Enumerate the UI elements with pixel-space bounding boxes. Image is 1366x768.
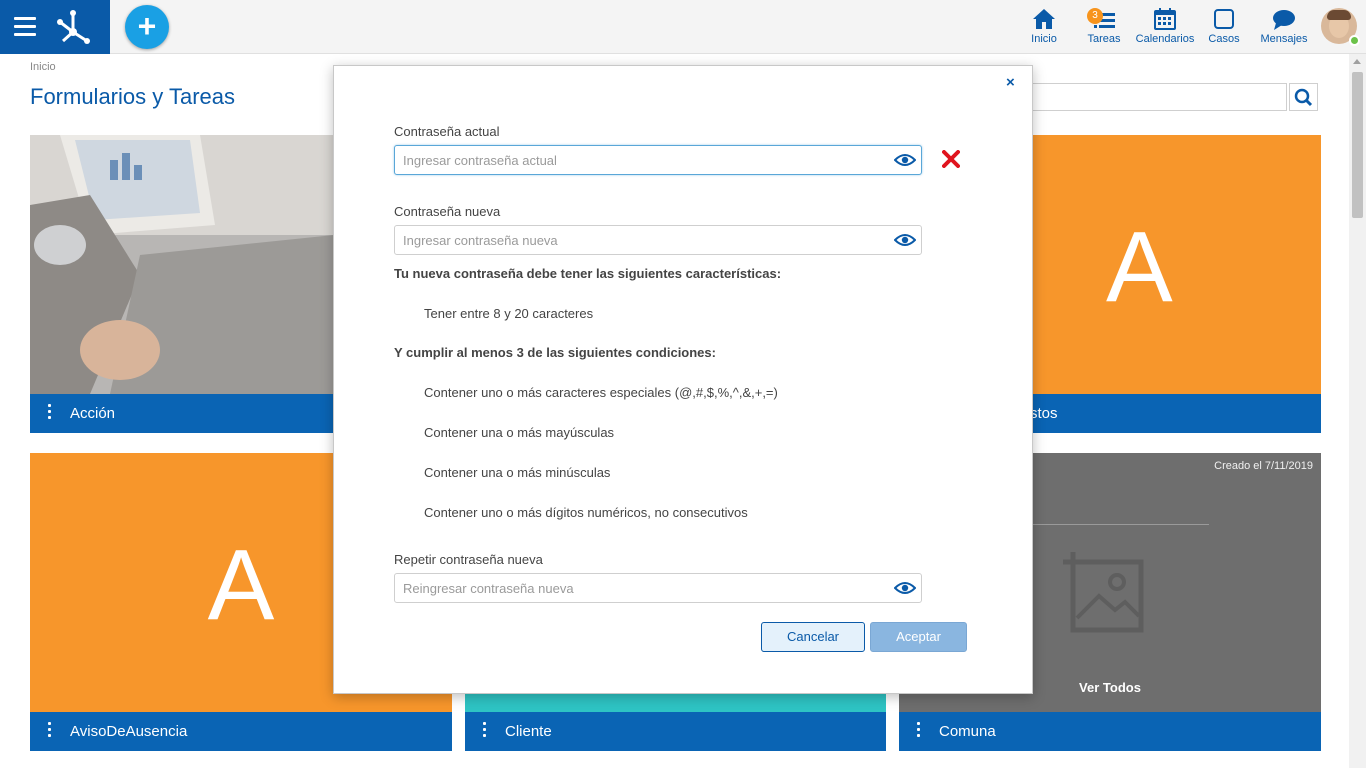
search-button[interactable] <box>1289 83 1318 111</box>
page-title: Formularios y Tareas <box>30 84 235 109</box>
page-scrollbar[interactable] <box>1349 54 1366 768</box>
add-button[interactable]: + <box>125 5 169 49</box>
card-accion[interactable]: Acción <box>30 135 334 433</box>
kebab-menu-icon[interactable] <box>917 722 921 740</box>
scroll-up-icon[interactable] <box>1353 59 1361 64</box>
nav-label: Casos <box>1208 33 1240 45</box>
show-password-eye-icon[interactable] <box>894 153 916 167</box>
search-input[interactable] <box>1030 83 1287 111</box>
card-footer: Acción <box>30 394 334 433</box>
kebab-menu-icon[interactable] <box>48 722 52 740</box>
kebab-menu-icon[interactable] <box>48 404 52 422</box>
rules-heading: Tu nueva contraseña debe tener las sigui… <box>394 266 782 281</box>
nav-label: Mensajes <box>1260 33 1308 45</box>
condition-item: Contener una o más mayúsculas <box>424 425 615 440</box>
change-password-dialog: × Contraseña actual Contraseña nueva Tu … <box>333 65 1033 694</box>
show-password-eye-icon[interactable] <box>894 581 916 595</box>
card-footer: Comuna <box>899 712 1321 751</box>
tasks-badge: 3 <box>1087 8 1103 24</box>
accept-button[interactable]: Aceptar <box>870 622 967 652</box>
condition-item: Contener uno o más dígitos numéricos, no… <box>424 505 748 520</box>
conditions-heading: Y cumplir al menos 3 de las siguientes c… <box>394 345 716 360</box>
home-icon <box>1033 9 1055 29</box>
messages-icon <box>1273 10 1295 30</box>
show-password-eye-icon[interactable] <box>894 233 916 247</box>
error-x-icon <box>942 150 960 168</box>
nav-casos[interactable]: Casos <box>1206 6 1242 50</box>
nav-tareas[interactable]: 3 Tareas <box>1084 6 1124 50</box>
calendar-icon <box>1154 8 1176 30</box>
repeat-password-field[interactable] <box>394 573 922 603</box>
nav-calendarios[interactable]: Calendarios <box>1134 6 1196 50</box>
condition-item: Contener uno o más caracteres especiales… <box>424 385 778 400</box>
nav-mensajes[interactable]: Mensajes <box>1259 6 1309 50</box>
case-icon <box>1214 9 1234 29</box>
top-bar: + Inicio 3 Tareas Calendarios Casos Mens… <box>0 0 1366 54</box>
card-footer: AvisoDeAusencia <box>30 712 452 751</box>
new-password-input[interactable] <box>403 231 883 249</box>
search-icon <box>1294 88 1313 107</box>
repeat-password-label: Repetir contraseña nueva <box>394 552 543 567</box>
new-password-field[interactable] <box>394 225 922 255</box>
card-name: Acción <box>70 405 116 422</box>
breadcrumb[interactable]: Inicio <box>30 61 56 73</box>
repeat-password-input[interactable] <box>403 579 883 597</box>
current-password-label: Contraseña actual <box>394 124 500 139</box>
created-date: Creado el 7/11/2019 <box>1214 460 1313 472</box>
app-logo-icon[interactable] <box>54 8 92 46</box>
card-photo <box>30 135 334 394</box>
rule-length: Tener entre 8 y 20 caracteres <box>424 306 594 321</box>
close-icon[interactable]: × <box>1006 74 1015 91</box>
card-color-band <box>465 694 886 712</box>
condition-item: Contener una o más minúsculas <box>424 465 611 480</box>
scroll-thumb[interactable] <box>1352 72 1363 218</box>
nav-inicio[interactable]: Inicio <box>1024 6 1064 50</box>
current-password-input[interactable] <box>403 151 883 169</box>
card-name: AvisoDeAusencia <box>70 723 188 740</box>
online-status-icon <box>1349 35 1360 46</box>
cancel-button[interactable]: Cancelar <box>761 622 865 652</box>
brand-area <box>0 0 110 54</box>
divider <box>1033 524 1209 525</box>
nav-label: Inicio <box>1031 33 1057 45</box>
card-footer: Cliente <box>465 712 886 751</box>
image-placeholder-icon <box>1063 552 1144 633</box>
card-name: Comuna <box>939 723 996 740</box>
kebab-menu-icon[interactable] <box>483 722 487 740</box>
new-password-label: Contraseña nueva <box>394 204 501 219</box>
card-name: stos <box>1030 405 1058 422</box>
current-password-field[interactable] <box>394 145 922 175</box>
hamburger-menu-icon[interactable] <box>14 17 36 37</box>
nav-label: Calendarios <box>1135 33 1195 45</box>
nav-label: Tareas <box>1087 33 1121 45</box>
card-name: Cliente <box>505 723 552 740</box>
